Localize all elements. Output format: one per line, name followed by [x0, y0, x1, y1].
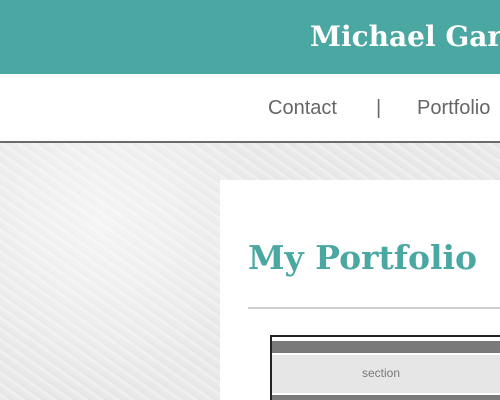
title-divider [248, 307, 500, 309]
nav-separator: | [376, 97, 382, 119]
page-title: My Portfolio [248, 238, 478, 277]
site-title[interactable]: Michael Gar [310, 19, 500, 55]
preview-top-bar [272, 341, 500, 353]
site-header: Michael Gar [0, 0, 500, 74]
preview-section-label: section [362, 366, 401, 380]
portfolio-preview[interactable]: section [270, 335, 500, 400]
content-panel: My Portfolio section [220, 180, 500, 400]
preview-bottom-bar [272, 395, 500, 400]
nav-link-contact[interactable]: Contact [268, 96, 337, 120]
preview-section: section [272, 355, 500, 393]
nav-link-portfolio[interactable]: Portfolio [417, 96, 490, 120]
nav-bar: Contact | Portfolio [0, 74, 500, 143]
